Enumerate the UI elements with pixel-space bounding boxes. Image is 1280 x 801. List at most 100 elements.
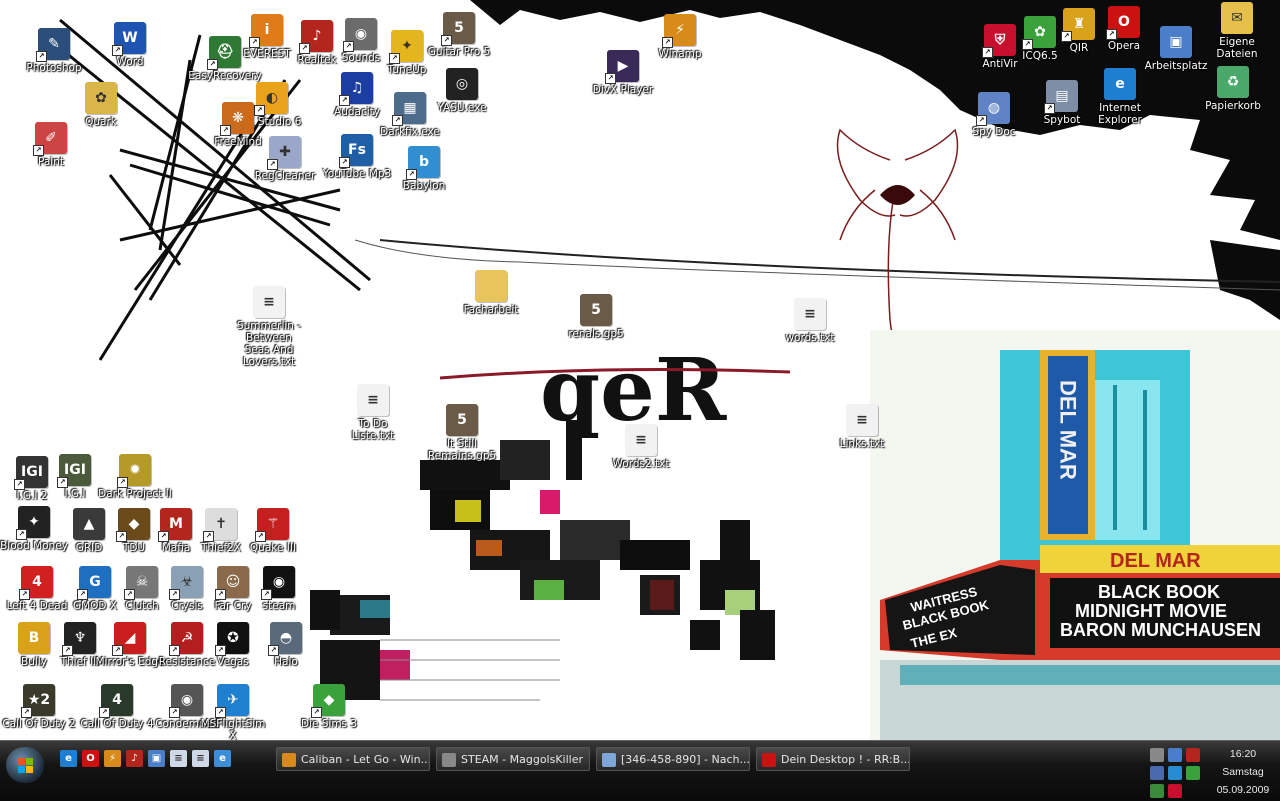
- shortcut-arrow-icon: ↗: [77, 589, 88, 600]
- shortcut-arrow-icon: ↗: [255, 531, 266, 542]
- desktop-icon-image: ✎ ↗: [36, 28, 70, 62]
- desktop-icon-image: ✉: [1221, 2, 1253, 34]
- desktop-icon[interactable]: ◆ ↗ Die Sims 3: [292, 684, 366, 730]
- desktop-icon[interactable]: ≡ Words2.txt: [604, 424, 678, 470]
- clock-time[interactable]: 16:20: [1206, 748, 1280, 760]
- desktop-icon-image: ◍ ↗: [976, 92, 1010, 126]
- desktop-icon-image: 4 ↗: [99, 684, 133, 718]
- shortcut-arrow-icon: ↗: [662, 37, 673, 48]
- windows-logo-icon: [17, 757, 33, 773]
- desktop-icon-label: Paint: [38, 156, 64, 168]
- desktop-icon[interactable]: W ↗ Word: [93, 22, 167, 68]
- desktop-icon[interactable]: ✎ ↗ Photoshop: [17, 28, 91, 74]
- start-button[interactable]: [6, 747, 44, 783]
- desktop-icon[interactable]: 5 It Still Remains.gp5: [425, 404, 499, 462]
- taskbar-button-label: Caliban - Let Go - Win...: [301, 753, 430, 766]
- desktop-quicklaunch-icon[interactable]: ▣: [148, 750, 165, 767]
- desktop-icon-label: YouTube Mp3: [322, 168, 392, 180]
- desktop-icon-label: Spy Doc: [972, 126, 1016, 138]
- desktop-icon[interactable]: ✹ ↗ Dark Project II: [98, 454, 172, 500]
- desktop-icon-image: ♻: [1217, 66, 1249, 98]
- desktop-icon[interactable]: ▶ ↗ DivX Player: [586, 50, 660, 96]
- shortcut-arrow-icon: ↗: [112, 645, 123, 656]
- winamp-quicklaunch-icon[interactable]: ⚡: [104, 750, 121, 767]
- desktop-icon-image: ⚡ ↗: [662, 14, 696, 48]
- desktop-icon-label: Guitar Pro 5: [427, 46, 491, 58]
- desktop-icon[interactable]: 5 ↗ Guitar Pro 5: [422, 12, 496, 58]
- desktop-icon-label: It Still Remains.gp5: [427, 438, 497, 462]
- shortcut-arrow-icon: ↗: [169, 645, 180, 656]
- shortcut-arrow-icon: ↗: [268, 645, 279, 656]
- taskbar: e O ⚡ ♪ ▣ ≡ ≡ e Caliban - Let Go - Win... STEAM …: [0, 740, 1280, 801]
- desktop-icon-image: ▣: [1160, 26, 1192, 58]
- taskbar-button[interactable]: Caliban - Let Go - Win...: [276, 747, 430, 771]
- desktop-icon[interactable]: ◓ ↗ Halo: [249, 622, 323, 668]
- desktop-icon-image: ◆ ↗: [311, 684, 345, 718]
- notes2-quicklaunch-icon[interactable]: ≡: [192, 750, 209, 767]
- shortcut-arrow-icon: ↗: [389, 53, 400, 64]
- desktop-icon[interactable]: ★2 ↗ Call Of Duty 2: [2, 684, 76, 730]
- desktop-icon[interactable]: ≡ Summerlin - Between Seas And Lovers.txt: [232, 286, 306, 368]
- taskbar-button-label: STEAM - MaggolsKiller: [461, 753, 584, 766]
- opera-quicklaunch-icon[interactable]: O: [82, 750, 99, 767]
- sound-quicklaunch-icon[interactable]: ♪: [126, 750, 143, 767]
- desktop-icon[interactable]: ◉ ↗ steam: [242, 566, 316, 612]
- taskbar-button[interactable]: Dein Desktop ! - RR:B...: [756, 747, 910, 771]
- shortcut-arrow-icon: ↗: [116, 531, 127, 542]
- desktop-icon[interactable]: ▦ ↗ Darkfix.exe: [373, 92, 447, 138]
- desktop[interactable]: qeR DEL MAR DEL MAR BLACK BOOK MIDNIGHT …: [0, 0, 1280, 740]
- desktop-icon[interactable]: 4 ↗ Call Of Duty 4: [80, 684, 154, 730]
- desktop-icon[interactable]: ≡ Links.txt: [825, 404, 899, 450]
- desktop-icon-image: ◉ ↗: [261, 566, 295, 600]
- desktop-icon-image: ✦ ↗: [16, 506, 50, 540]
- desktop-icon-label: EasyRecovery: [188, 70, 262, 82]
- shortcut-arrow-icon: ↗: [19, 589, 30, 600]
- safely-remove-tray-icon[interactable]: [1150, 784, 1164, 798]
- desktop-icon-image: ◎: [446, 68, 478, 100]
- desktop-icon[interactable]: ≡ To Do Liste.txt: [336, 384, 410, 442]
- bluetooth-tray-icon[interactable]: [1168, 766, 1182, 780]
- taskbar-button[interactable]: STEAM - MaggolsKiller: [436, 747, 590, 771]
- shortcut-arrow-icon: ↗: [982, 47, 993, 58]
- desktop-icon-label: Summerlin - Between Seas And Lovers.txt: [236, 320, 302, 368]
- desktop-icon[interactable]: ≡ words.txt: [773, 298, 847, 344]
- desktop-icon[interactable]: b ↗ Babylon: [387, 146, 461, 192]
- desktop-icon-label: RegCleaner: [254, 170, 316, 182]
- desktop-icon[interactable]: ♻ Papierkorb: [1196, 66, 1270, 112]
- desktop-icon[interactable]: ◍ ↗ Spy Doc: [957, 92, 1031, 138]
- taskbar-button[interactable]: [346-458-890] - Nach...: [596, 747, 750, 771]
- desktop-icon-image: ⚚ ↗: [255, 508, 289, 542]
- desktop-icon[interactable]: ✚ ↗ RegCleaner: [248, 136, 322, 182]
- monitor-tray-icon[interactable]: [1150, 766, 1164, 780]
- ie-quicklaunch-icon[interactable]: e: [60, 750, 77, 767]
- desktop-icon[interactable]: ▤ ↗ Spybot: [1025, 80, 1099, 126]
- notes-quicklaunch-icon[interactable]: ≡: [170, 750, 187, 767]
- antivir-tray-icon[interactable]: [1168, 784, 1182, 798]
- desktop-icon-label: Halo: [274, 656, 298, 668]
- ie2-quicklaunch-icon[interactable]: e: [214, 750, 231, 767]
- desktop-icon[interactable]: Fs ↗ YouTube Mp3: [320, 134, 394, 180]
- vertical-sign-text: DEL MAR: [1056, 380, 1081, 480]
- desktop-icon[interactable]: 5 renals.gp5: [559, 294, 633, 340]
- shortcut-arrow-icon: ↗: [36, 51, 47, 62]
- shortcut-arrow-icon: ↗: [16, 529, 27, 540]
- shortcut-arrow-icon: ↗: [1061, 31, 1072, 42]
- shortcut-arrow-icon: ↗: [1044, 103, 1055, 114]
- desktop-icon[interactable]: Facharbeit: [454, 270, 528, 316]
- shortcut-arrow-icon: ↗: [392, 115, 403, 126]
- steam-tray-icon[interactable]: [1150, 748, 1164, 762]
- desktop-icon[interactable]: ✉ Eigene Dateien: [1200, 2, 1274, 60]
- volume-tray-icon[interactable]: [1186, 748, 1200, 762]
- desktop-icon[interactable]: ⚚ ↗ Quake III: [236, 508, 310, 554]
- pixel-art: [310, 440, 775, 701]
- desktop-icon-image: O ↗: [1106, 6, 1140, 40]
- shortcut-arrow-icon: ↗: [406, 169, 417, 180]
- shortcut-arrow-icon: ↗: [21, 707, 32, 718]
- desktop-icon-image: ♫ ↗: [339, 72, 373, 106]
- desktop-icon[interactable]: ✈ ↗ MSFlightSim X: [196, 684, 270, 740]
- taskbar-button-icon: [442, 753, 456, 767]
- desktop-icon-label: steam: [262, 600, 296, 612]
- icq-tray-icon[interactable]: [1186, 766, 1200, 780]
- network-tray-icon[interactable]: [1168, 748, 1182, 762]
- desktop-icon[interactable]: ✐ ↗ Paint: [14, 122, 88, 168]
